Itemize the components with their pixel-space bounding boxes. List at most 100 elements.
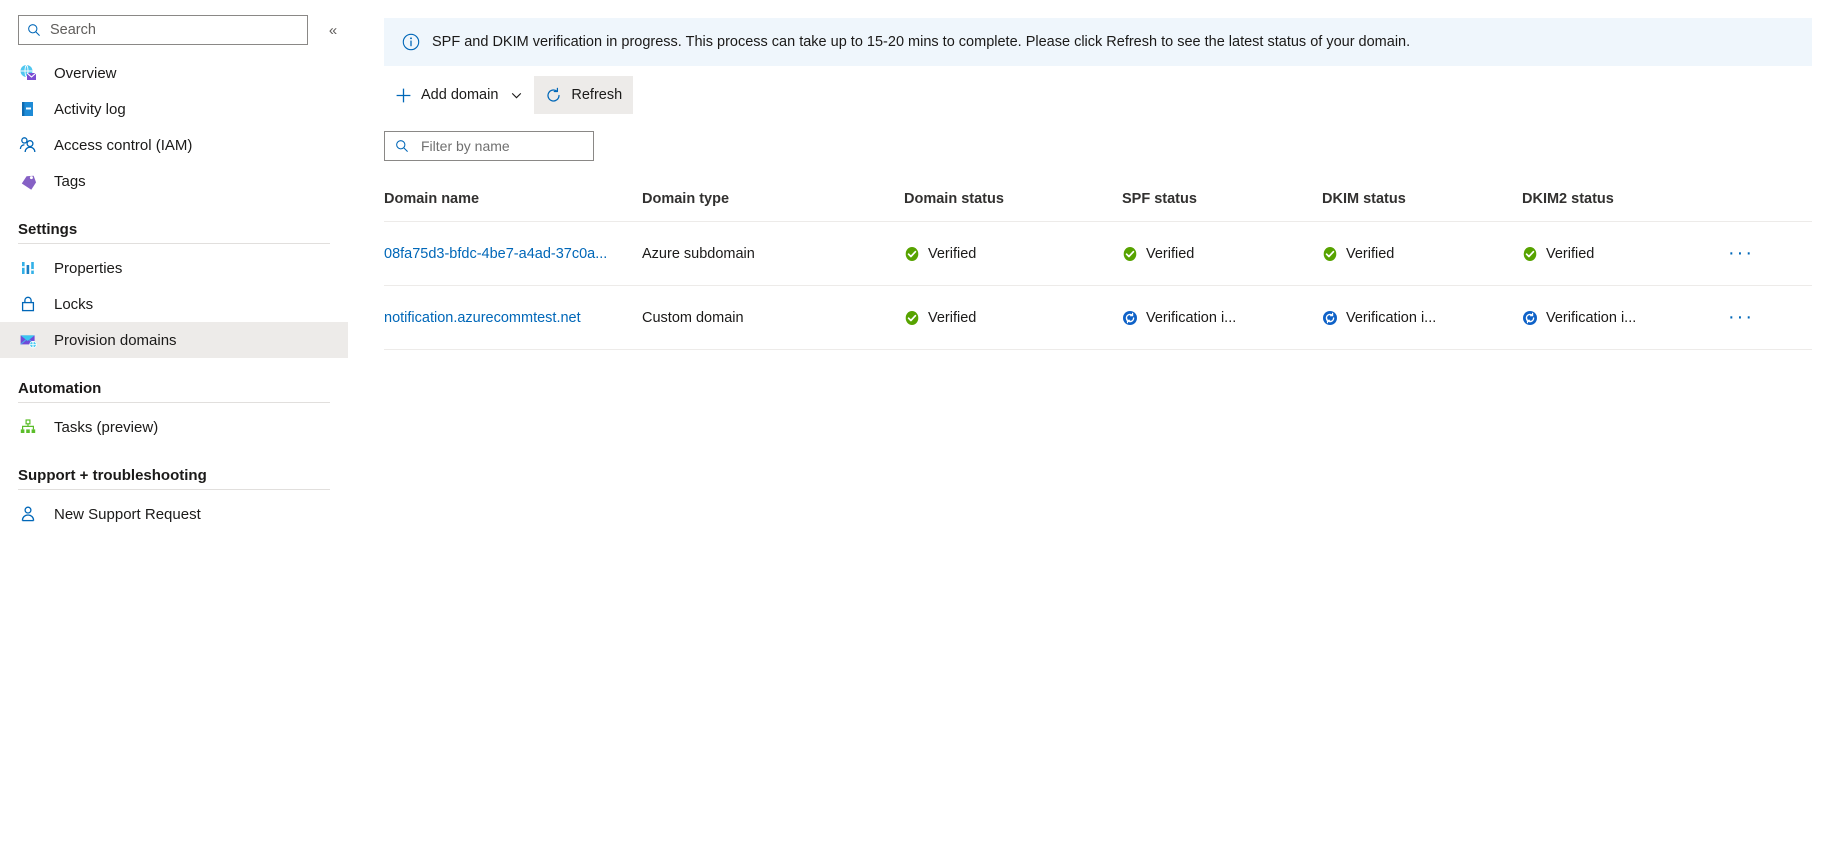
sidebar-item-properties[interactable]: Properties xyxy=(0,250,348,286)
sidebar-item-label: Overview xyxy=(54,64,117,82)
sidebar-item-tags[interactable]: Tags xyxy=(0,163,348,199)
globe-envelope-icon xyxy=(18,63,38,83)
search-input[interactable] xyxy=(18,15,308,45)
column-header-dkim-status[interactable]: DKIM status xyxy=(1322,191,1522,222)
table-body: 08fa75d3-bfdc-4be7-a4ad-37c0a... Azure s… xyxy=(384,221,1812,350)
add-domain-button[interactable]: Add domain xyxy=(384,76,534,114)
sidebar-search-row: « xyxy=(0,0,360,45)
envelope-domain-icon xyxy=(18,330,38,350)
cell-row-actions: ··· xyxy=(1722,221,1812,286)
azure-portal-page: « Overview xyxy=(0,0,1836,860)
cell-domain-type: Azure subdomain xyxy=(642,221,904,286)
sidebar-item-access-control[interactable]: Access control (IAM) xyxy=(0,127,348,163)
column-header-domain-name[interactable]: Domain name xyxy=(384,191,642,222)
main-content: SPF and DKIM verification in progress. T… xyxy=(360,0,1836,860)
domain-name-link[interactable]: notification.azurecommtest.net xyxy=(384,310,581,326)
table-row: 08fa75d3-bfdc-4be7-a4ad-37c0a... Azure s… xyxy=(384,221,1812,286)
cell-dkim2-status: Verified xyxy=(1522,221,1722,286)
in-progress-icon xyxy=(1322,310,1338,326)
sidebar-item-locks[interactable]: Locks xyxy=(0,286,348,322)
info-banner-text: SPF and DKIM verification in progress. T… xyxy=(432,34,1411,50)
sidebar-item-label: Provision domains xyxy=(54,331,177,349)
status-text: Verified xyxy=(1546,245,1595,262)
tasks-icon xyxy=(18,417,38,437)
command-toolbar: Add domain Refresh xyxy=(384,76,1812,114)
row-context-menu-button[interactable]: ··· xyxy=(1722,307,1760,327)
sidebar-item-new-support-request[interactable]: New Support Request xyxy=(0,496,348,532)
filter-by-name-input[interactable] xyxy=(384,131,594,161)
verified-check-icon xyxy=(1522,246,1538,262)
status-text: Verified xyxy=(928,309,977,326)
divider xyxy=(18,489,330,490)
domain-name-link[interactable]: 08fa75d3-bfdc-4be7-a4ad-37c0a... xyxy=(384,246,607,262)
people-icon xyxy=(18,135,38,155)
sidebar-item-tasks[interactable]: Tasks (preview) xyxy=(0,409,348,445)
collapse-sidebar-button[interactable]: « xyxy=(320,17,346,43)
status-text: Verified xyxy=(1146,245,1195,262)
column-header-domain-status[interactable]: Domain status xyxy=(904,191,1122,222)
in-progress-icon xyxy=(1522,310,1538,326)
sidebar-item-label: Tasks (preview) xyxy=(54,418,159,436)
sidebar-item-label: Tags xyxy=(54,172,86,190)
search-icon xyxy=(27,23,41,37)
sidebar-item-label: New Support Request xyxy=(54,505,201,523)
activity-log-icon xyxy=(18,99,38,119)
table-header: Domain name Domain type Domain status SP… xyxy=(384,191,1812,222)
status-text: Verified xyxy=(928,245,977,262)
cell-spf-status: Verification i... xyxy=(1122,285,1322,350)
table-row: notification.azurecommtest.net Custom do… xyxy=(384,285,1812,350)
tag-icon xyxy=(18,171,38,191)
sidebar-item-activity-log[interactable]: Activity log xyxy=(0,91,348,127)
sidebar-item-label: Properties xyxy=(54,259,123,277)
sidebar-item-label: Locks xyxy=(54,295,94,313)
status-text: Verification i... xyxy=(1146,309,1237,326)
add-domain-label: Add domain xyxy=(421,87,499,103)
plus-icon xyxy=(395,87,412,104)
cell-row-actions: ··· xyxy=(1722,285,1812,350)
cell-domain-name: 08fa75d3-bfdc-4be7-a4ad-37c0a... xyxy=(384,221,642,286)
divider xyxy=(18,243,330,244)
status-text: Verification i... xyxy=(1546,309,1637,326)
status-text: Verified xyxy=(1346,245,1395,262)
info-banner: SPF and DKIM verification in progress. T… xyxy=(384,18,1812,66)
sidebar-nav: Overview Activity log Access control (IA… xyxy=(0,55,360,532)
sidebar-group-title-automation: Automation xyxy=(18,380,102,397)
column-header-spf-status[interactable]: SPF status xyxy=(1122,191,1322,222)
sidebar: « Overview xyxy=(0,0,360,860)
lock-icon xyxy=(18,294,38,314)
table-header-row: Domain name Domain type Domain status SP… xyxy=(384,191,1812,222)
properties-icon xyxy=(18,258,38,278)
status-text: Verification i... xyxy=(1346,309,1437,326)
sidebar-group-title-support: Support + troubleshooting xyxy=(18,467,207,484)
cell-dkim-status: Verification i... xyxy=(1322,285,1522,350)
search-input-field[interactable] xyxy=(48,21,299,39)
divider xyxy=(18,402,330,403)
sidebar-item-provision-domains[interactable]: Provision domains xyxy=(0,322,348,358)
cell-domain-status: Verified xyxy=(904,221,1122,286)
in-progress-icon xyxy=(1122,310,1138,326)
cell-dkim-status: Verified xyxy=(1322,221,1522,286)
sidebar-item-label: Activity log xyxy=(54,100,126,118)
column-header-dkim2-status[interactable]: DKIM2 status xyxy=(1522,191,1722,222)
support-person-icon xyxy=(18,504,38,524)
sidebar-group-title-settings: Settings xyxy=(18,221,78,238)
double-chevron-left-icon: « xyxy=(328,21,338,39)
column-header-actions xyxy=(1722,191,1812,222)
refresh-button[interactable]: Refresh xyxy=(534,76,634,114)
verified-check-icon xyxy=(904,310,920,326)
refresh-icon xyxy=(545,87,562,104)
filter-row xyxy=(384,131,1812,161)
verified-check-icon xyxy=(1322,246,1338,262)
row-context-menu-button[interactable]: ··· xyxy=(1722,243,1760,263)
sidebar-item-overview[interactable]: Overview xyxy=(0,55,348,91)
filter-input-field[interactable] xyxy=(419,137,583,155)
verified-check-icon xyxy=(1122,246,1138,262)
chevron-down-icon xyxy=(510,89,523,102)
domains-table: Domain name Domain type Domain status SP… xyxy=(384,191,1812,350)
cell-dkim2-status: Verification i... xyxy=(1522,285,1722,350)
cell-spf-status: Verified xyxy=(1122,221,1322,286)
column-header-domain-type[interactable]: Domain type xyxy=(642,191,904,222)
cell-domain-name: notification.azurecommtest.net xyxy=(384,285,642,350)
search-icon xyxy=(395,139,409,153)
verified-check-icon xyxy=(904,246,920,262)
